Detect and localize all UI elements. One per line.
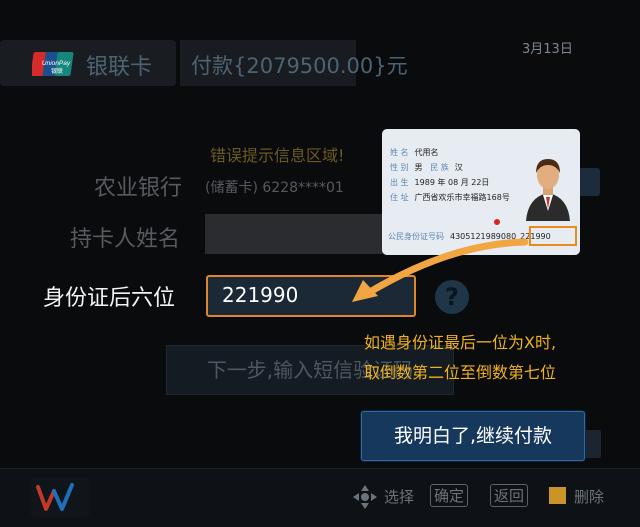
id-card-birth-label: 出 生 [390, 178, 409, 187]
tooltip-line-1: 如遇身份证最后一位为X时, [364, 333, 557, 352]
hidden-button-edge [583, 430, 601, 458]
id-last-six-value: 221990 [222, 283, 299, 307]
id-card-pointer-dot [494, 219, 500, 225]
payment-amount: 付款{2079500.00}元 [191, 54, 408, 78]
card-info-button[interactable] [578, 168, 600, 196]
id-card-birth-row: 出 生 1989 年 08 月 22日 [390, 177, 489, 188]
id-card-address-label: 住 址 [390, 193, 409, 202]
id-card-address-value: 广西省欢乐市幸福路168号 [414, 193, 510, 202]
cardholder-name-label: 持卡人姓名 [70, 227, 181, 252]
date-display: 3月13日 [522, 42, 573, 57]
card-number-masked: (储蓄卡) 6228****01 [205, 180, 344, 196]
footer-confirm-key[interactable]: 确定 [430, 484, 469, 507]
person-photo-icon [526, 159, 570, 221]
tooltip-line-2: 取倒数第二位至倒数第七位 [364, 363, 557, 382]
error-message: 错误提示信息区域! [210, 146, 345, 165]
footer-select-label: 选择 [384, 488, 415, 506]
id-card-ethnic-label: 民 族 [430, 163, 449, 172]
id-card-name-value: 代用名 [414, 148, 439, 157]
unionpay-logo-icon: UnionPay 银联 [32, 52, 74, 76]
id-card-name-row: 姓 名代用名 [390, 147, 439, 158]
direction-pad-icon [353, 485, 377, 509]
pointer-arrow-icon [352, 238, 529, 302]
svg-text:银联: 银联 [51, 67, 63, 75]
footer-bar [0, 468, 640, 527]
bank-name: 农业银行 [94, 176, 183, 201]
id-card-sex-value: 男 [414, 163, 423, 172]
footer-back-key[interactable]: 返回 [490, 484, 529, 507]
id-card-birth-value: 1989 年 08 月 22日 [414, 178, 490, 187]
brand-logo-icon [30, 477, 90, 517]
footer-delete-label[interactable]: 删除 [574, 486, 604, 507]
id-card-address-row: 住 址广西省欢乐市幸福路168号 [390, 192, 510, 203]
id-last-six-label: 身份证后六位 [43, 286, 176, 311]
id-card-sex-label: 性 别 [390, 163, 409, 172]
delete-key-icon [549, 487, 566, 504]
id-card-sex-row: 性 别男 民 族汉 [390, 162, 463, 173]
id-card-ethnic-value: 汉 [454, 163, 463, 172]
svg-text:UnionPay: UnionPay [42, 60, 71, 67]
understood-continue-button[interactable]: 我明白了,继续付款 [361, 411, 585, 461]
card-type-label: 银联卡 [86, 55, 153, 80]
id-card-name-label: 姓 名 [390, 148, 409, 157]
